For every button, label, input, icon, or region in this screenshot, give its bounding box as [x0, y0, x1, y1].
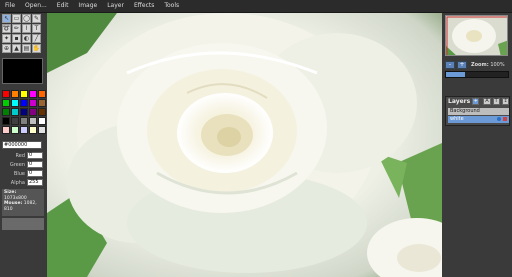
color-swatch[interactable]: [20, 99, 28, 107]
layer-option-a-button[interactable]: A: [483, 98, 491, 105]
image-info: Size: 1073x800 Mouse: 1082, 810: [2, 189, 44, 216]
color-swatch[interactable]: [29, 99, 37, 107]
zoom-value: 100%: [490, 61, 505, 68]
green-row: Green 0: [2, 160, 43, 169]
color-swatch[interactable]: [11, 90, 19, 98]
delete-layer-icon[interactable]: [503, 117, 507, 121]
red-label: Red: [15, 152, 26, 159]
empty-panel: [2, 218, 44, 230]
gradient-icon[interactable]: ▤: [22, 44, 31, 53]
alpha-input[interactable]: 255: [27, 179, 43, 186]
color-swatch[interactable]: [2, 99, 10, 107]
rect-select-icon[interactable]: ▭: [12, 14, 21, 23]
green-label: Green: [9, 161, 25, 168]
zoom-in-button[interactable]: +: [457, 60, 467, 69]
layers-title: Layers: [448, 98, 471, 105]
alpha-row: Alpha 255: [2, 178, 43, 187]
zoom-label: Zoom:: [471, 61, 489, 68]
tool-panel: ↖ ▭ ◯ ✎ ➰ ✏ ⌇ T ✦ ▪ ◐ ╱ ⊕ ▲ ▤ ✋ #000000 Red 0 Green 0 B…: [0, 13, 46, 277]
brush-icon[interactable]: ✎: [32, 14, 41, 23]
color-swatch[interactable]: [2, 117, 10, 125]
color-swatch[interactable]: [20, 90, 28, 98]
zoom-slider-fill: [446, 72, 465, 77]
ellipse-select-icon[interactable]: ◯: [22, 14, 31, 23]
color-swatch[interactable]: [29, 90, 37, 98]
menu-layer[interactable]: Layer: [102, 0, 129, 12]
mouse-label: Mouse:: [4, 201, 23, 206]
layer-move-button[interactable]: ↕: [501, 98, 510, 105]
color-swatch[interactable]: [20, 126, 28, 134]
navigator-image: [446, 16, 507, 55]
zoom-controls: - + Zoom: 100%: [445, 60, 509, 69]
select-arrow-icon[interactable]: ↖: [2, 14, 11, 23]
alpha-label: Alpha: [10, 179, 25, 186]
navigator-thumbnail[interactable]: [445, 15, 508, 56]
red-row: Red 0: [2, 151, 43, 160]
menu-tools[interactable]: Tools: [159, 0, 184, 12]
color-swatch[interactable]: [29, 126, 37, 134]
menu-effects[interactable]: Effects: [129, 0, 159, 12]
menu-edit[interactable]: Edit: [52, 0, 74, 12]
color-swatch[interactable]: [38, 126, 46, 134]
size-value: 1073x800: [4, 195, 27, 201]
color-swatch[interactable]: [2, 126, 10, 134]
clone-icon[interactable]: ⊕: [2, 44, 11, 53]
blue-row: Blue 0: [2, 169, 43, 178]
zoom-out-button[interactable]: -: [445, 60, 455, 69]
color-swatch[interactable]: [38, 108, 46, 116]
shape-icon[interactable]: ▲: [12, 44, 21, 53]
layer-item-white[interactable]: white: [448, 116, 509, 123]
menu-image[interactable]: Image: [73, 0, 102, 12]
color-swatch[interactable]: [11, 117, 19, 125]
image-canvas[interactable]: [47, 13, 442, 277]
color-swatch[interactable]: [38, 90, 46, 98]
menu-open[interactable]: Open...: [20, 0, 52, 12]
color-swatch[interactable]: [29, 117, 37, 125]
color-swatch[interactable]: [11, 108, 19, 116]
color-swatch[interactable]: [11, 99, 19, 107]
color-swatch[interactable]: [29, 108, 37, 116]
magic-wand-icon[interactable]: ✦: [2, 34, 11, 43]
color-swatch[interactable]: [20, 117, 28, 125]
rose-image: [47, 13, 442, 277]
zoom-slider[interactable]: [445, 71, 509, 78]
menu-bar: File Open... Edit Image Layer Effects To…: [0, 0, 512, 13]
size-label: Size:: [4, 190, 17, 195]
bucket-icon[interactable]: ◐: [22, 34, 31, 43]
layers-header: Layers + A T ↕: [448, 98, 510, 105]
hand-icon[interactable]: ✋: [32, 44, 41, 53]
text-icon[interactable]: T: [32, 24, 41, 33]
green-input[interactable]: 0: [27, 161, 43, 168]
layer-name: white: [450, 116, 464, 122]
brush-preview: [2, 58, 43, 84]
color-swatch[interactable]: [38, 117, 46, 125]
line-icon[interactable]: ╱: [32, 34, 41, 43]
side-panel: - + Zoom: 100% Layers + A T ↕ Background…: [443, 13, 512, 277]
color-palette: [2, 90, 46, 134]
layer-option-t-button[interactable]: T: [492, 98, 500, 105]
color-swatch[interactable]: [11, 126, 19, 134]
visibility-icon[interactable]: [497, 117, 501, 121]
hex-color-input[interactable]: #000000: [2, 141, 42, 149]
add-layer-button[interactable]: +: [472, 98, 480, 105]
tool-grid: ↖ ▭ ◯ ✎ ➰ ✏ ⌇ T ✦ ▪ ◐ ╱ ⊕ ▲ ▤ ✋: [2, 14, 41, 53]
red-input[interactable]: 0: [27, 152, 43, 159]
menu-file[interactable]: File: [0, 0, 20, 12]
eyedropper-icon[interactable]: ⌇: [22, 24, 31, 33]
color-swatch[interactable]: [20, 108, 28, 116]
blue-label: Blue: [13, 170, 25, 177]
lasso-icon[interactable]: ➰: [2, 24, 11, 33]
zoom-readout: Zoom: 100%: [471, 62, 505, 68]
eraser-icon[interactable]: ▪: [12, 34, 21, 43]
color-swatch[interactable]: [2, 90, 10, 98]
layers-panel: Layers + A T ↕ Background white: [445, 96, 510, 126]
color-swatch[interactable]: [38, 99, 46, 107]
pencil-icon[interactable]: ✏: [12, 24, 21, 33]
blue-input[interactable]: 0: [27, 170, 43, 177]
color-channels: Red 0 Green 0 Blue 0 Alpha 255: [2, 151, 43, 187]
layer-name: Background: [450, 108, 480, 114]
color-swatch[interactable]: [2, 108, 10, 116]
layer-item-background[interactable]: Background: [448, 108, 509, 115]
